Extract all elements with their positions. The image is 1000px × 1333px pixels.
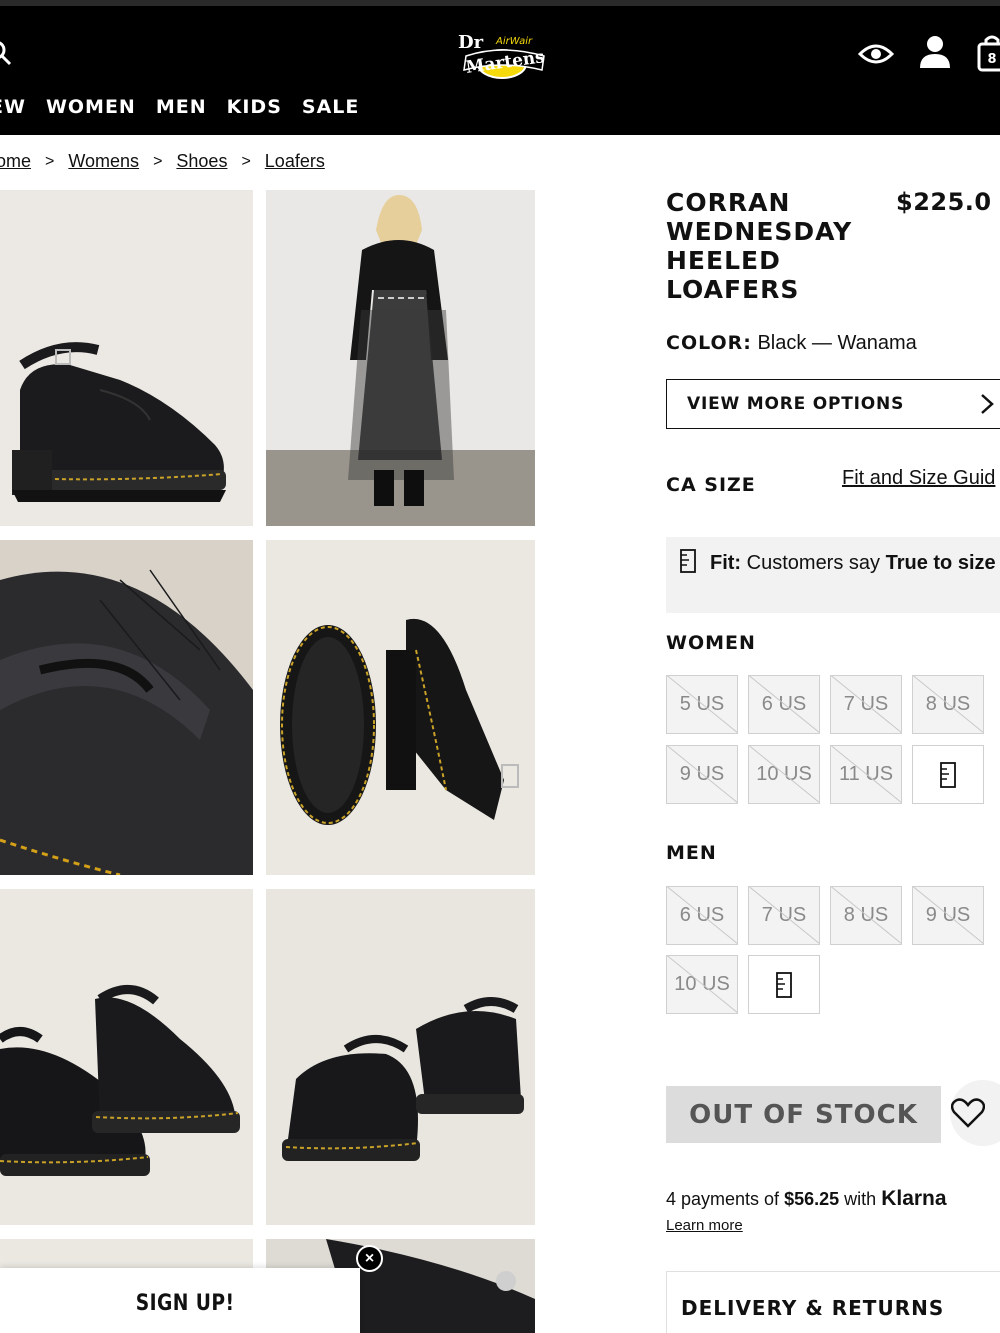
breadcrumb-womens[interactable]: Womens bbox=[68, 151, 139, 172]
user-icon[interactable] bbox=[918, 34, 952, 70]
bag-icon[interactable]: 8 bbox=[976, 34, 1000, 72]
size-guide-button[interactable] bbox=[912, 745, 984, 804]
size-option[interactable]: 7 US bbox=[748, 886, 820, 945]
learn-more-link[interactable]: Learn more bbox=[666, 1217, 743, 1234]
product-title: CORRAN WEDNESDAY HEELED LOAFERS bbox=[666, 188, 853, 304]
heart-icon bbox=[951, 1098, 985, 1128]
delivery-returns-label: DELIVERY & RETURNS bbox=[681, 1296, 945, 1320]
product-image-model[interactable] bbox=[266, 190, 535, 526]
fit-verdict: True to bbox=[885, 552, 953, 574]
breadcrumb-home[interactable]: ome bbox=[0, 151, 31, 172]
fit-text: Customers say bbox=[746, 552, 881, 574]
nav-item-women[interactable]: WOMEN bbox=[46, 96, 136, 118]
size-option[interactable]: 5 US bbox=[666, 675, 738, 734]
wishlist-button[interactable] bbox=[950, 1080, 1000, 1146]
breadcrumb: ome > Womens > Shoes > Loafers bbox=[0, 151, 325, 172]
breadcrumb-separator: > bbox=[45, 152, 55, 170]
chevron-right-icon bbox=[981, 394, 994, 414]
ruler-icon bbox=[680, 549, 696, 573]
product-image-pair-front[interactable] bbox=[0, 889, 253, 1225]
ruler-icon bbox=[776, 971, 792, 998]
eye-icon[interactable] bbox=[858, 42, 894, 66]
color-row: COLOR: Black — Wanama bbox=[666, 332, 917, 355]
nav-item-kids[interactable]: KIDS bbox=[227, 96, 282, 118]
size-label: CA SIZE bbox=[666, 474, 756, 496]
breadcrumb-separator: > bbox=[153, 152, 163, 170]
size-option[interactable]: 6 US bbox=[666, 886, 738, 945]
view-more-label: VIEW MORE OPTIONS bbox=[687, 394, 905, 414]
size-option[interactable]: 9 US bbox=[666, 745, 738, 804]
main-nav: EW WOMEN MEN KIDS SALE bbox=[0, 96, 359, 118]
size-guide-link[interactable]: Fit and Size Guid bbox=[842, 467, 995, 490]
svg-text:AirWair: AirWair bbox=[495, 36, 533, 47]
bag-count: 8 bbox=[987, 52, 996, 67]
search-icon[interactable] bbox=[0, 40, 12, 66]
breadcrumb-loafers[interactable]: Loafers bbox=[265, 151, 325, 172]
breadcrumb-shoes[interactable]: Shoes bbox=[176, 151, 227, 172]
out-of-stock-button[interactable]: OUT OF STOCK bbox=[666, 1086, 941, 1143]
size-option[interactable]: 8 US bbox=[912, 675, 984, 734]
klarna-with: with bbox=[844, 1189, 877, 1209]
color-label: COLOR: bbox=[666, 332, 752, 354]
delivery-returns-accordion[interactable]: DELIVERY & RETURNS bbox=[666, 1271, 1000, 1333]
brand-logo[interactable]: Dr Martens AirWair bbox=[452, 26, 548, 86]
view-more-options-button[interactable]: VIEW MORE OPTIONS bbox=[666, 379, 1000, 429]
size-option[interactable]: 7 US bbox=[830, 675, 902, 734]
color-value: Black — Wanama bbox=[757, 332, 917, 354]
signup-banner[interactable]: SIGN UP! bbox=[0, 1268, 360, 1333]
product-image-top-view[interactable] bbox=[266, 540, 535, 875]
product-image-detail[interactable] bbox=[0, 540, 253, 875]
klarna-logo: Klarna bbox=[881, 1187, 947, 1210]
ruler-icon bbox=[940, 761, 956, 788]
fit-verdict-tail: size bbox=[957, 552, 996, 574]
size-option[interactable]: 11 US bbox=[830, 745, 902, 804]
size-option[interactable]: 9 US bbox=[912, 886, 984, 945]
svg-text:Dr: Dr bbox=[458, 32, 484, 53]
klarna-amount: $56.25 bbox=[784, 1189, 840, 1209]
nav-item-men[interactable]: MEN bbox=[156, 96, 207, 118]
fit-info: Fit: Customers say True to size bbox=[666, 537, 1000, 613]
signup-label: SIGN UP! bbox=[135, 1290, 235, 1316]
product-image-pair-back[interactable] bbox=[266, 889, 535, 1225]
close-icon[interactable]: × bbox=[356, 1245, 383, 1272]
women-sizes-label: WOMEN bbox=[666, 632, 756, 654]
breadcrumb-separator: > bbox=[241, 152, 251, 170]
out-of-stock-label: OUT OF STOCK bbox=[689, 1099, 918, 1130]
product-image-side[interactable] bbox=[0, 190, 253, 526]
size-option[interactable]: 6 US bbox=[748, 675, 820, 734]
size-guide-button[interactable] bbox=[748, 955, 820, 1014]
size-option[interactable]: 8 US bbox=[830, 886, 902, 945]
men-sizes-label: MEN bbox=[666, 842, 717, 864]
site-header: Dr Martens AirWair 8 EW WOMEN MEN KIDS S… bbox=[0, 6, 1000, 135]
nav-item-sale[interactable]: SALE bbox=[302, 96, 359, 118]
product-price: $225.0 bbox=[896, 188, 992, 216]
fit-prefix: Fit: bbox=[710, 552, 742, 574]
size-option[interactable]: 10 US bbox=[748, 745, 820, 804]
nav-item-new[interactable]: EW bbox=[0, 96, 26, 118]
klarna-prefix: 4 payments of bbox=[666, 1189, 780, 1209]
size-option[interactable]: 10 US bbox=[666, 955, 738, 1014]
klarna-payments: 4 payments of $56.25 with Klarna bbox=[666, 1187, 947, 1211]
